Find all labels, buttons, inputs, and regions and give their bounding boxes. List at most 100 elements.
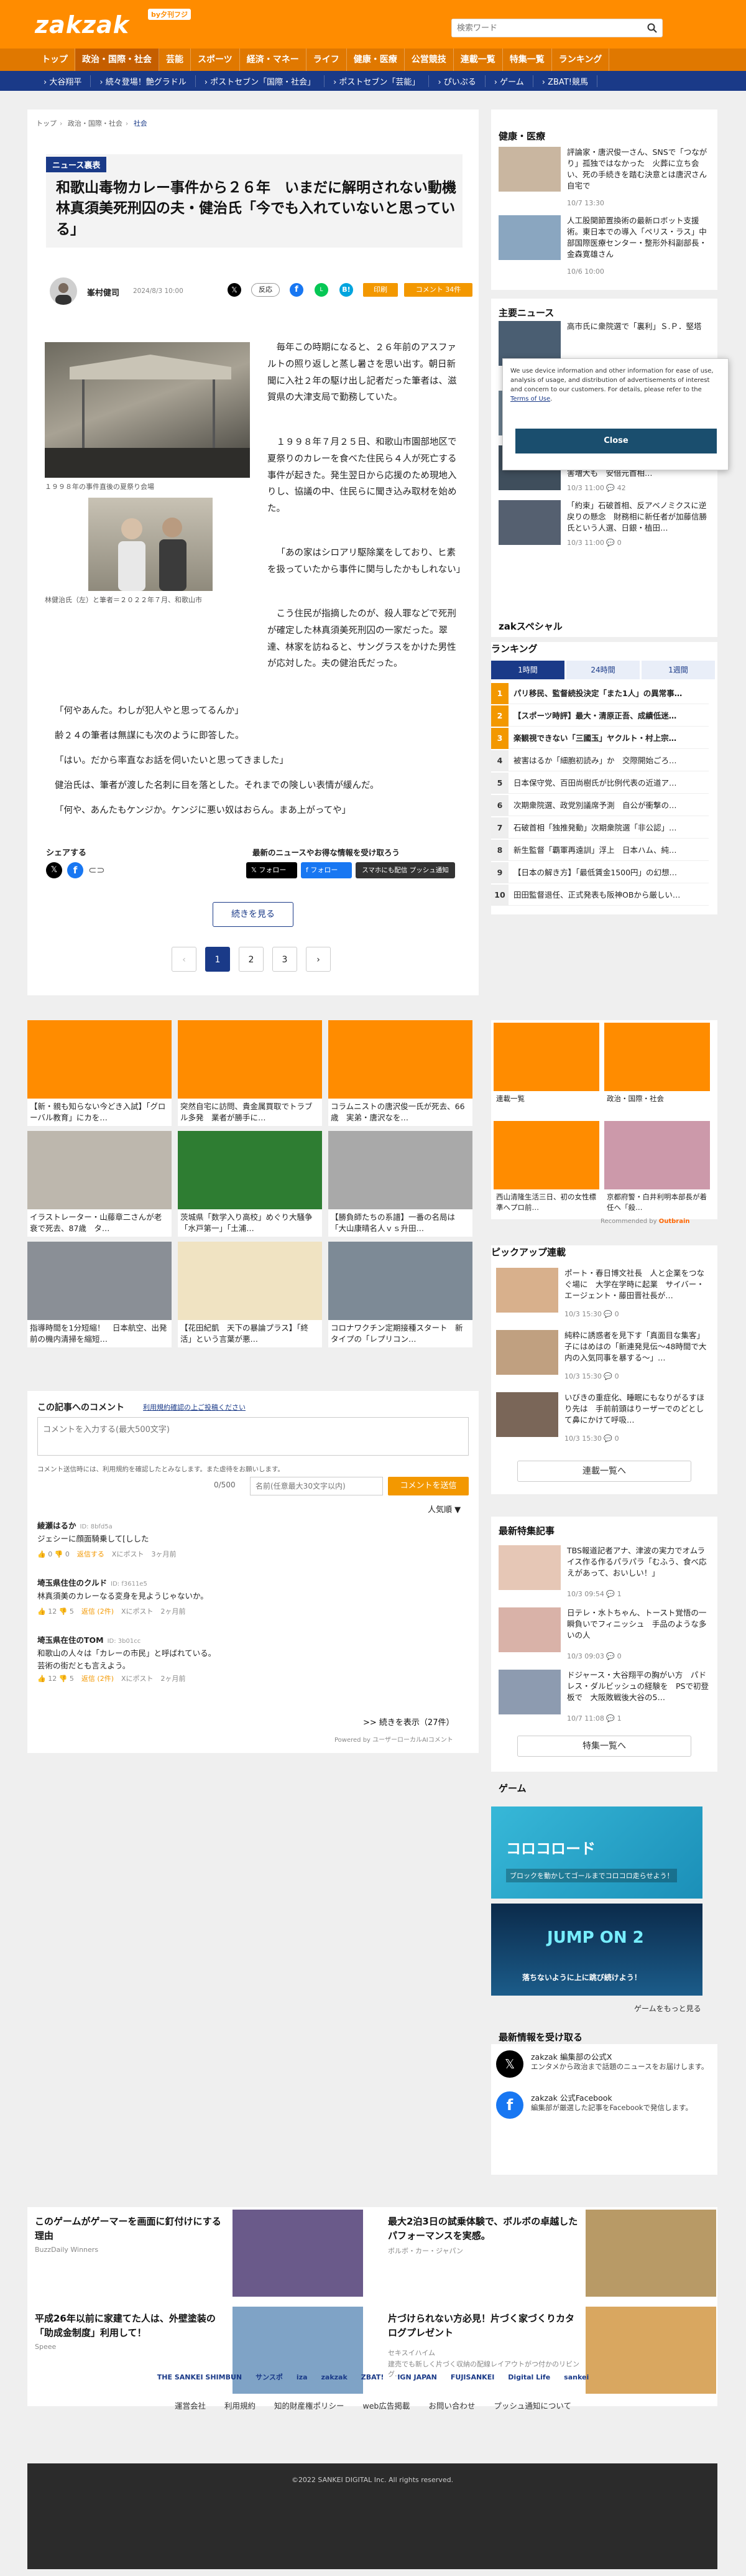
- article-headline[interactable]: 人工股関節置換術の最新ロボット支援術。東日本での導入「ペリス・ラス」中部国際医療…: [567, 215, 711, 261]
- author-name[interactable]: 峯村健司: [87, 286, 119, 298]
- ranking-item[interactable]: 10 田田監督退任、正式発表も阪神OBから厳しい…: [491, 885, 709, 906]
- breadcrumb-home[interactable]: トップ: [36, 119, 57, 128]
- site-logo[interactable]: zakzak: [35, 11, 129, 39]
- article-thumbnail[interactable]: [499, 147, 561, 192]
- consent-close-button[interactable]: Close: [515, 429, 717, 453]
- health-article[interactable]: 評論家・唐沢俊一さん、SNSで「つながり」孤独ではなかった 火葬に立ち会い、死の…: [499, 147, 710, 209]
- article-photo-1[interactable]: [45, 342, 250, 478]
- tile-image[interactable]: [328, 1020, 472, 1099]
- partner-logo[interactable]: Digital Life: [508, 2373, 550, 2381]
- thumbs-up-icon[interactable]: 👍: [37, 1550, 48, 1558]
- follow-x-icon[interactable]: 𝕏: [496, 2050, 523, 2078]
- pickup-article[interactable]: 純粋に誘惑者を見下す「真面目な集客」子にはめはの「新連発見伝～48時間で大内の入…: [496, 1330, 707, 1386]
- tile-image[interactable]: [328, 1242, 472, 1320]
- nav-item[interactable]: トップ: [35, 49, 75, 71]
- page-prev-button[interactable]: ‹: [172, 947, 196, 972]
- nav-item[interactable]: 連載一覧: [454, 49, 503, 71]
- comments-more-button[interactable]: >> 続きを表示（27件）: [363, 1716, 454, 1727]
- related-article-tile[interactable]: 【勝負師たちの系譜】一番の名局は「大山康晴名人ｖｓ升田…: [328, 1131, 472, 1237]
- tile-caption[interactable]: 西山清隆生活三日、初の女性標準へプロ前…: [496, 1192, 597, 1212]
- ranking-tab-24h[interactable]: 24時間: [566, 661, 640, 679]
- article-headline[interactable]: 高市氏に衆院選で「裏利」Ｓ.Ｐ．堅塔: [567, 321, 711, 332]
- nav-item[interactable]: ライフ: [306, 49, 347, 71]
- tile-caption[interactable]: コロナワクチン定期接種スタート 新タイプの「レプリコン…: [331, 1323, 470, 1345]
- related-article-tile[interactable]: 【新・親も知らない今どき入試】「グローバル教育」にカを…: [27, 1020, 172, 1126]
- thumbs-down-icon[interactable]: 👎: [57, 1675, 70, 1683]
- article-headline[interactable]: 「約束」石破首相、反アベノミクスに逆戻りの懸念 財務相に新任者が加藤信勝氏という…: [567, 500, 711, 534]
- follow-facebook-button[interactable]: f フォロー: [301, 862, 352, 878]
- terms-link[interactable]: Terms of Use: [510, 396, 550, 402]
- tile-caption[interactable]: 指導時間を1分短縮！ 日本航空、出発前の機内清掃を縮短…: [30, 1323, 169, 1345]
- game-banner-1[interactable]: コロコロード ブロックを動かしてゴールまでコロコロ走らせよう！: [491, 1806, 702, 1899]
- subnav-item[interactable]: › ZBAT!競馬: [533, 75, 597, 87]
- tile-image[interactable]: [27, 1131, 172, 1209]
- subnav-item[interactable]: › 大谷翔平: [35, 75, 91, 87]
- hatena-share-icon[interactable]: B!: [339, 283, 353, 297]
- article-thumbnail[interactable]: [499, 215, 561, 260]
- breadcrumb-category[interactable]: 政治・国際・社会: [68, 119, 122, 128]
- nav-item[interactable]: ランキング: [552, 49, 610, 71]
- nav-item[interactable]: 経済・マネー: [240, 49, 306, 71]
- ranking-headline[interactable]: 被害はるか「細胞初読み」か 交際開始ごろ…: [513, 750, 706, 771]
- author-avatar[interactable]: [50, 277, 77, 305]
- ad-title[interactable]: 最大2泊3日の試乗体験で、ボルボの卓越したパフォーマンスを実感。: [388, 2215, 581, 2243]
- ad-item[interactable]: 最大2泊3日の試乗体験で、ボルボの卓越したパフォーマンスを実感。 ボルボ・カー・ジ…: [380, 2207, 716, 2299]
- footer-link[interactable]: web広告掲載: [363, 2399, 410, 2411]
- main-news-article[interactable]: 「約束」石破首相、反アベノミクスに逆戻りの懸念 財務相に新任者が加藤信勝氏という…: [499, 500, 710, 552]
- tile-caption[interactable]: イラストレーター・山藤章二さんが老衰で死去、87歳 タ…: [30, 1212, 169, 1234]
- ranking-item[interactable]: 4 被害はるか「細胞初読み」か 交際開始ごろ…: [491, 750, 709, 771]
- comments-terms-link[interactable]: 利用規約確認の上ご投稿ください: [143, 1402, 246, 1412]
- ranking-item[interactable]: 3 楽観視できない「三國玉」ヤクルト・村上宗…: [491, 728, 709, 749]
- pickup-article[interactable]: ポート・春日博文社長 人と企業をつなぐ場に 大学在学時に起業 サイバー・エージェ…: [496, 1268, 707, 1324]
- article-thumbnail[interactable]: [496, 1330, 558, 1375]
- page-3-button[interactable]: 3: [272, 947, 297, 972]
- facebook-share-icon[interactable]: f: [290, 283, 303, 297]
- related-article-tile[interactable]: コロナワクチン定期接種スタート 新タイプの「レプリコン…: [328, 1242, 472, 1347]
- subnav-item[interactable]: › ゲーム: [486, 75, 533, 87]
- ad-image[interactable]: [233, 2210, 363, 2297]
- feature-article[interactable]: ドジャース・大谷翔平の胸がい方 パドレス・ダルビッシュの経験を PSで初登板で …: [499, 1670, 710, 1726]
- ranking-headline[interactable]: 【スポーツ時評】最大・清原正吾、成績低迷…: [513, 705, 706, 727]
- follow-x-title[interactable]: zakzak 編集部の公式X: [531, 2050, 612, 2062]
- thumbs-down-icon[interactable]: 👎: [52, 1550, 65, 1558]
- reply-button[interactable]: 返信 (2件): [81, 1607, 114, 1616]
- related-article-tile[interactable]: コラムニストの唐沢俊一氏が死去、66歳 実弟・唐沢なを…: [328, 1020, 472, 1126]
- tile-caption[interactable]: 【花田紀凱 天下の暴論プラス】「終活」という言葉が悪…: [180, 1323, 320, 1345]
- page-2-button[interactable]: 2: [239, 947, 264, 972]
- article-thumbnail[interactable]: [499, 1545, 561, 1590]
- tile-caption[interactable]: コラムニストの唐沢俊一氏が死去、66歳 実弟・唐沢なを…: [331, 1101, 470, 1123]
- footer-link[interactable]: プッシュ通知について: [494, 2399, 571, 2411]
- nav-item[interactable]: 芸能: [159, 49, 191, 71]
- ranking-headline[interactable]: 楽観視できない「三國玉」ヤクルト・村上宗…: [513, 728, 706, 749]
- recommended-tile[interactable]: 京都府警・白井利明本部長が着任へ「殺…: [604, 1121, 710, 1214]
- ranking-item[interactable]: 2 【スポーツ時評】最大・清原正吾、成績低迷…: [491, 705, 709, 727]
- follow-x-button[interactable]: 𝕏 フォロー: [246, 862, 297, 878]
- ranking-headline[interactable]: 田田監督退任、正式発表も阪神OBから厳しい…: [513, 885, 706, 906]
- article-thumbnail[interactable]: [499, 1607, 561, 1652]
- print-button[interactable]: 印刷: [363, 283, 398, 297]
- tile-image[interactable]: [604, 1023, 710, 1091]
- tile-image[interactable]: [328, 1131, 472, 1209]
- comment-name-input[interactable]: [250, 1477, 383, 1495]
- share-x-icon[interactable]: 𝕏: [46, 862, 62, 878]
- article-headline[interactable]: ドジャース・大谷翔平の胸がい方 パドレス・ダルビッシュの経験を PSで初登板で …: [567, 1670, 711, 1703]
- related-article-tile[interactable]: 茨城県「数学入り高校」めぐり大騒争「水戸第一」「土浦…: [178, 1131, 322, 1237]
- ad-title[interactable]: 片づけられない方必見！片づく家づくりカタログプレゼント: [388, 2312, 581, 2340]
- related-article-tile[interactable]: 【花田紀凱 天下の暴論プラス】「終活」という言葉が悪…: [178, 1242, 322, 1347]
- footer-link[interactable]: 利用規約: [224, 2399, 256, 2411]
- share-facebook-icon[interactable]: f: [67, 862, 83, 878]
- partner-logo[interactable]: IGN JAPAN: [397, 2373, 437, 2381]
- feature-article[interactable]: TBS報道記者アナ、津波の実力でオムライス作る作るパラパラ「むふう、食べ応えがあ…: [499, 1545, 710, 1601]
- tile-caption[interactable]: 京都府警・白井利明本部長が着任へ「殺…: [607, 1192, 707, 1212]
- subnav-item[interactable]: › ポストセブン「芸能」: [325, 75, 430, 87]
- tile-image[interactable]: [494, 1121, 599, 1189]
- tile-caption[interactable]: 茨城県「数学入り高校」めぐり大騒争「水戸第一」「土浦…: [180, 1212, 320, 1234]
- follow-facebook-title[interactable]: zakzak 公式Facebook: [531, 2091, 612, 2103]
- tile-caption[interactable]: 連載一覧: [496, 1094, 597, 1104]
- tile-image[interactable]: [178, 1020, 322, 1099]
- comment-count-button[interactable]: コメント 34件: [404, 283, 472, 297]
- footer-link[interactable]: 運営会社: [175, 2399, 206, 2411]
- search-icon[interactable]: [647, 23, 657, 33]
- article-thumbnail[interactable]: [499, 1670, 561, 1714]
- tile-caption[interactable]: 【勝負師たちの系譜】一番の名局は「大山康晴名人ｖｓ升田…: [331, 1212, 470, 1234]
